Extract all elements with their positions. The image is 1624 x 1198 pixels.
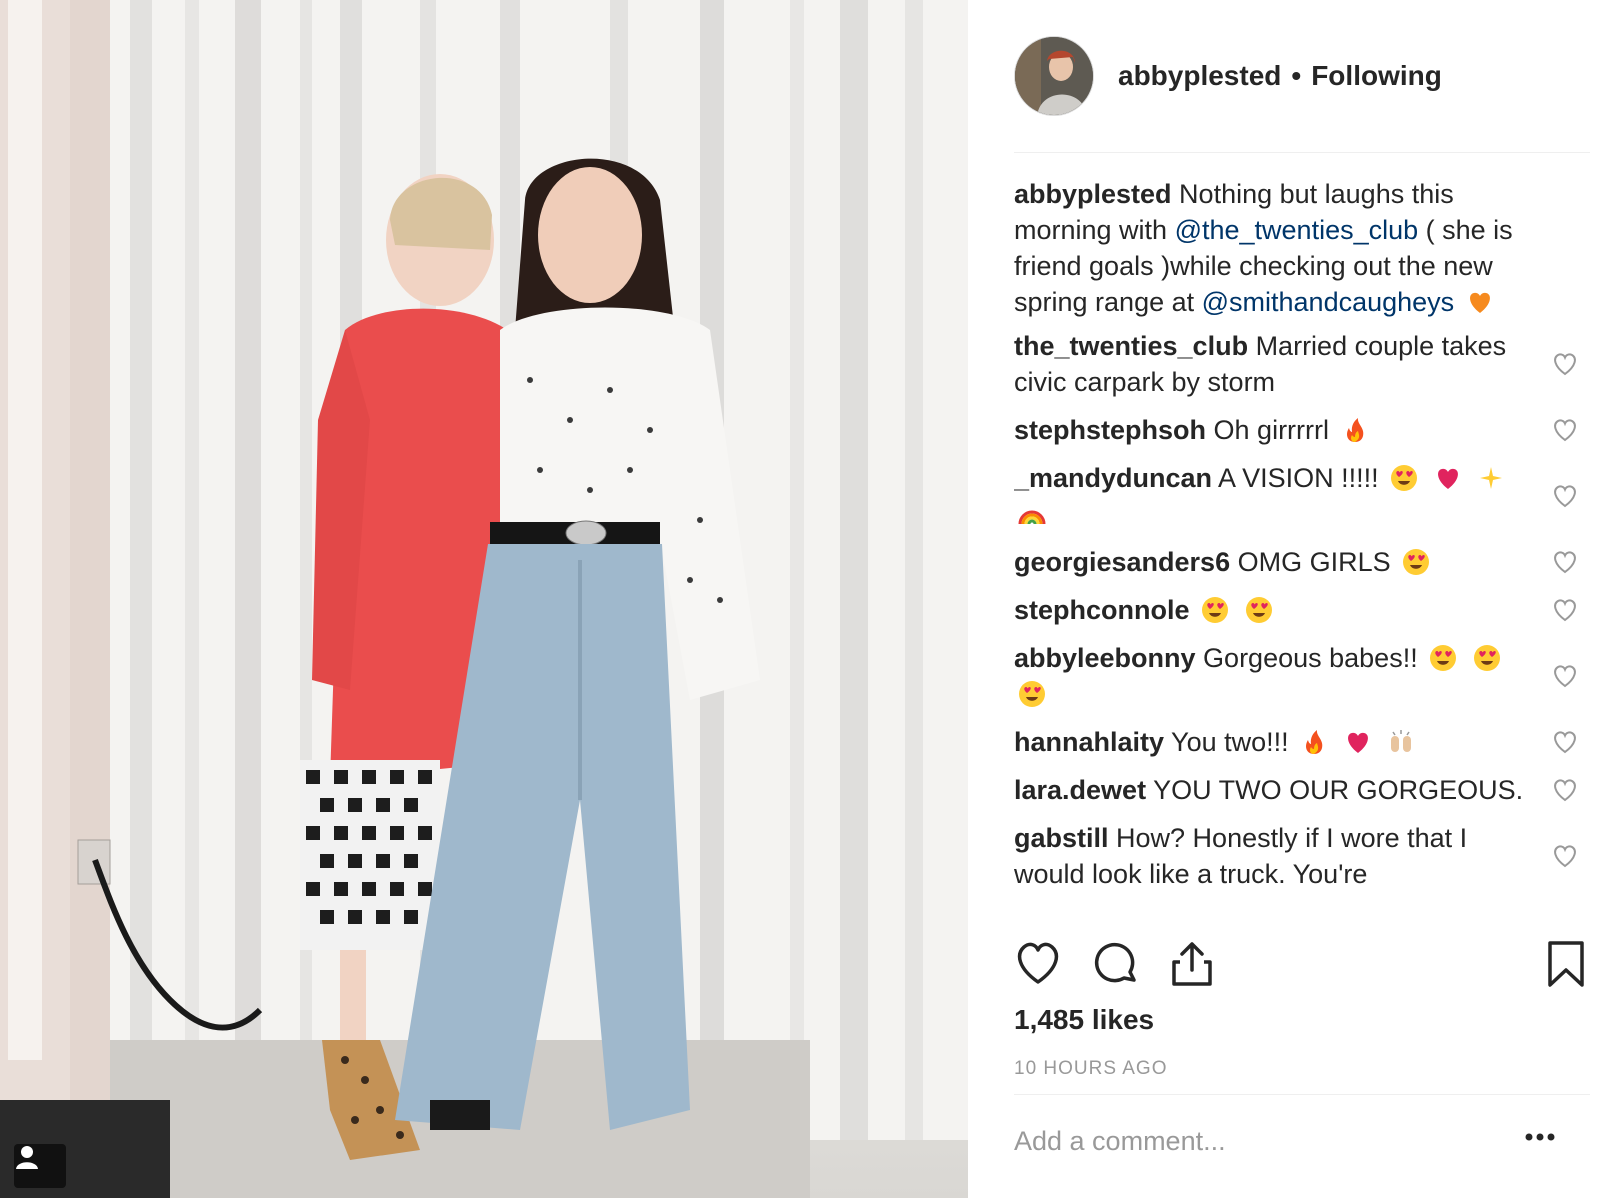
rainbow-emoji (1018, 510, 1046, 525)
heart-eyes-emoji (1430, 645, 1457, 671)
comment-text: You two!!! (1164, 727, 1289, 757)
comment-like-heart-icon[interactable] (1552, 418, 1578, 442)
red-heart-emoji (1437, 468, 1458, 489)
user-tag-icon[interactable] (14, 1144, 66, 1188)
comment-text (1190, 595, 1198, 625)
heart-eyes-emoji (1245, 597, 1272, 623)
comment-item: stephstephsoh Oh girrrrrl (1014, 412, 1590, 448)
comment-username[interactable]: lara.dewet (1014, 775, 1146, 805)
comment-like-heart-icon[interactable] (1552, 484, 1578, 508)
comment-username[interactable]: hannahlaity (1014, 727, 1164, 757)
comment-username[interactable]: _mandyduncan (1014, 463, 1212, 493)
fire-emoji (1346, 418, 1363, 442)
comment-item: georgiesanders6 OMG GIRLS (1014, 544, 1590, 580)
comment-like-heart-icon[interactable] (1552, 778, 1578, 802)
heart-eyes-emoji (1473, 645, 1500, 671)
heart-eyes-emoji (1019, 681, 1045, 707)
comment-item: lara.dewet YOU TWO OUR GORGEOUS. (1014, 772, 1590, 808)
heart-eyes-emoji (1391, 465, 1418, 491)
comment-like-heart-icon[interactable] (1552, 664, 1578, 688)
mention-link[interactable]: @the_twenties_club (1175, 215, 1419, 245)
comment-like-heart-icon[interactable] (1552, 352, 1578, 376)
raised-hands-emoji (1391, 730, 1412, 752)
heart-eyes-emoji (1202, 597, 1229, 623)
post-caption: abbyplested Nothing but laughs this morn… (1014, 176, 1554, 320)
post-header: abbyplested • Following (1014, 36, 1584, 116)
following-button[interactable]: Following (1311, 60, 1442, 92)
comment-item: _mandyduncan A VISION !!!!! (1014, 460, 1590, 532)
comment-username[interactable]: stephconnole (1014, 595, 1190, 625)
comment-username[interactable]: abbyleebonny (1014, 643, 1196, 673)
post-photo[interactable] (0, 0, 968, 1198)
share-icon[interactable] (1168, 940, 1216, 988)
comment-like-heart-icon[interactable] (1552, 730, 1578, 754)
heart-eyes-emoji (1403, 549, 1430, 575)
bookmark-icon[interactable] (1546, 940, 1586, 988)
mention-link[interactable]: @smithandcaugheys (1202, 287, 1455, 317)
red-heart-emoji (1347, 732, 1368, 753)
comment-text: Gorgeous babes!! (1195, 643, 1418, 673)
comment-username[interactable]: the_twenties_club (1014, 331, 1248, 361)
fire-emoji (1306, 730, 1323, 754)
author-username[interactable]: abbyplested (1118, 60, 1281, 92)
comment-text: OMG GIRLS (1230, 547, 1391, 577)
post-sidebar: abbyplested • Following abbyplested Noth… (968, 0, 1624, 1198)
comment-like-heart-icon[interactable] (1552, 844, 1578, 868)
comment-username[interactable]: georgiesanders6 (1014, 547, 1230, 577)
sparkles-emoji (1480, 467, 1503, 489)
comment-text: YOU TWO OUR GORGEOUS. (1146, 775, 1524, 805)
comment-item: stephconnole (1014, 592, 1590, 628)
orange-heart-emoji (1469, 292, 1490, 313)
avatar[interactable] (1014, 36, 1094, 116)
comment-text: Oh girrrrrl (1206, 415, 1330, 445)
post-photo-illustration (0, 0, 968, 1198)
comment-item: hannahlaity You two!!! (1014, 724, 1590, 760)
comment-bubble-icon[interactable] (1092, 940, 1140, 988)
comment-text: A VISION !!!!! (1212, 463, 1379, 493)
heart-icon[interactable] (1014, 940, 1062, 986)
comment-like-heart-icon[interactable] (1552, 598, 1578, 622)
comment-divider (1014, 1094, 1590, 1095)
comment-like-heart-icon[interactable] (1552, 550, 1578, 574)
comment-item: abbyleebonny Gorgeous babes!! (1014, 640, 1590, 712)
likes-count[interactable]: 1,485 likes (1014, 1004, 1154, 1036)
post-timestamp: 10 HOURS AGO (1014, 1058, 1168, 1079)
comment-item: the_twenties_club Married couple takes c… (1014, 328, 1590, 400)
more-dots-icon[interactable] (1524, 1132, 1556, 1142)
comment-item: gabstill How? Honestly if I wore that I … (1014, 820, 1590, 892)
action-bar (1014, 940, 1584, 992)
comment-username[interactable]: gabstill (1014, 823, 1109, 853)
add-comment-input[interactable]: Add a comment... (1014, 1126, 1226, 1157)
header-separator: • (1291, 60, 1302, 91)
header-divider (1014, 152, 1590, 153)
caption-username[interactable]: abbyplested (1014, 179, 1172, 209)
comment-username[interactable]: stephstephsoh (1014, 415, 1206, 445)
comments-list[interactable]: abbyplested Nothing but laughs this morn… (1014, 176, 1590, 916)
